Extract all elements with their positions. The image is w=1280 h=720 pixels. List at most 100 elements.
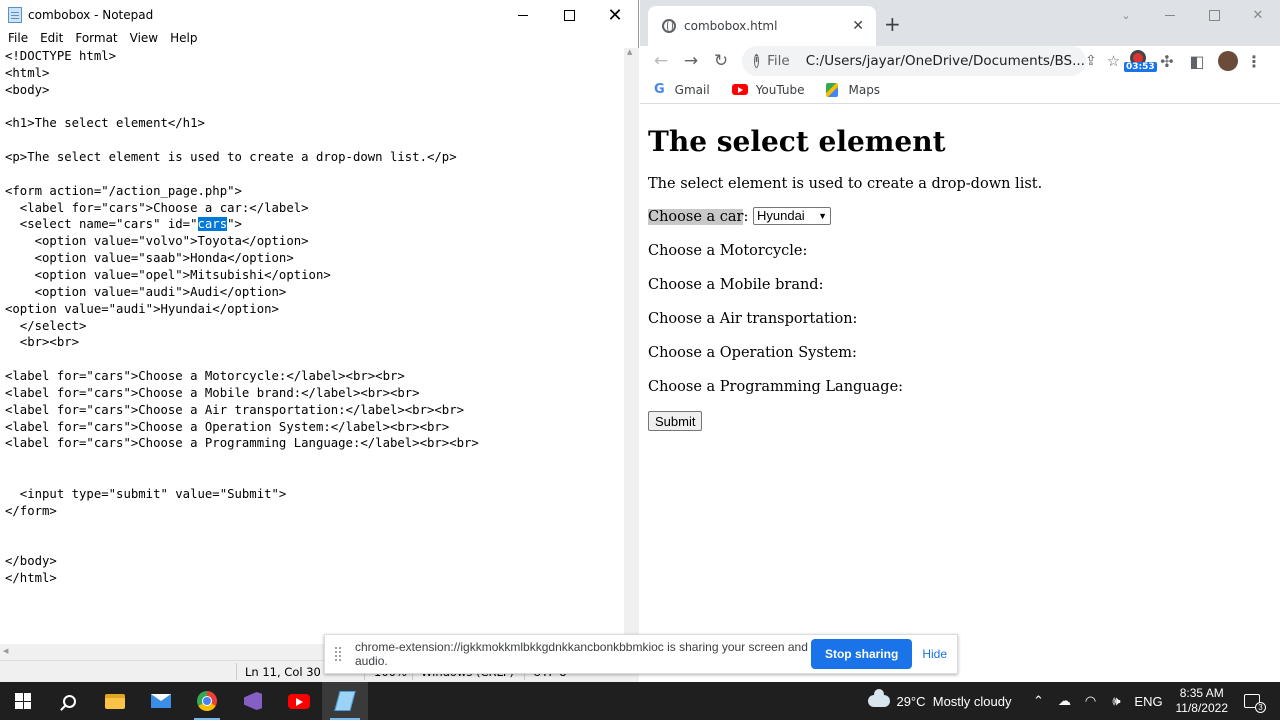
network-icon[interactable]: ◠ (1080, 693, 1102, 709)
menu-edit[interactable]: Edit (34, 30, 69, 48)
share-icon[interactable]: ⇪ (1085, 53, 1097, 69)
weather-temp: 29°C (896, 693, 926, 709)
operation-system-label: Choose a Operation System: (648, 345, 857, 361)
globe-icon (662, 19, 676, 33)
profile-avatar[interactable] (1218, 51, 1238, 71)
close-button[interactable]: ✕ (592, 0, 638, 30)
taskbar-visual-studio[interactable] (230, 682, 276, 720)
onedrive-cloud-icon[interactable]: ☁ (1054, 693, 1076, 709)
notification-center-icon[interactable]: 3 (1240, 691, 1268, 713)
weather-desc: Mostly cloudy (932, 693, 1012, 709)
bookmarks-bar: G Gmail YouTube Maps (640, 76, 1280, 104)
start-button[interactable] (0, 682, 46, 720)
taskbar-mail[interactable] (138, 682, 184, 720)
chrome-minimize-button[interactable] (1148, 0, 1192, 30)
notepad-window: combobox - Notepad ✕ File Edit Format Vi… (0, 0, 639, 682)
visual-studio-icon (244, 692, 262, 710)
taskbar-search-button[interactable] (46, 682, 92, 720)
selected-text: cars (197, 217, 228, 232)
taskbar-notepad[interactable] (322, 682, 368, 720)
youtube-icon (288, 693, 310, 709)
taskbar-youtube[interactable] (276, 682, 322, 720)
browser-toolbar: ← → ↻ i File C:/Users/jayar/OneDrive/Doc… (640, 46, 1280, 76)
notepad-text-area[interactable]: <!DOCTYPE html> <html> <body> <h1>The se… (0, 48, 624, 644)
forward-arrow-icon[interactable]: → (676, 51, 706, 71)
car-row: Choose a car: Hyundai ▼ (648, 207, 1280, 241)
notepad-title-bar[interactable]: combobox - Notepad ✕ (0, 0, 638, 30)
folder-icon (105, 693, 125, 709)
cloud-icon (868, 689, 891, 707)
new-tab-plus-icon[interactable]: + (884, 12, 901, 36)
page-description: The select element is used to create a d… (648, 176, 1043, 192)
vertical-scrollbar[interactable] (624, 48, 639, 644)
menu-view[interactable]: View (124, 30, 164, 48)
notepad-menu-bar: File Edit Format View Help (0, 30, 638, 48)
bookmark-maps-label: Maps (848, 82, 881, 97)
bookmark-gmail[interactable]: G Gmail (654, 82, 710, 97)
menu-help[interactable]: Help (164, 30, 203, 48)
car-label[interactable]: Choose a car (648, 209, 744, 225)
car-select[interactable]: Hyundai ▼ (752, 207, 831, 225)
notepad-icon (334, 691, 356, 711)
taskbar-file-explorer[interactable] (92, 682, 138, 720)
air-transportation-label: Choose a Air transportation: (648, 311, 858, 327)
tab-title: combobox.html (684, 19, 778, 33)
select-form: Choose a car: Hyundai ▼ Choose a Motorcyc… (648, 207, 1280, 431)
chrome-window-controls: ⌄ ✕ (1104, 0, 1280, 30)
share-message: chrome-extension://igkkmokkmlbkkgdnkkanc… (355, 640, 808, 668)
menu-file[interactable]: File (2, 30, 34, 48)
clock[interactable]: 8:35 AM 11/8/2022 (1176, 686, 1229, 716)
bookmark-youtube[interactable]: YouTube (731, 83, 804, 97)
youtube-icon (731, 84, 748, 95)
system-tray: 29°C Mostly cloudy ⌃ ☁ ◠ 🕪 ENG 8:35 AM 1… (868, 682, 1280, 720)
mail-icon (151, 694, 171, 708)
toolbar-right-icons: 03:53 ✣ ◧ ⋮ (1124, 46, 1264, 76)
chrome-maximize-button[interactable] (1192, 0, 1236, 30)
page-heading: The select element (648, 125, 946, 158)
submit-button[interactable]: Submit (648, 411, 703, 431)
address-bar[interactable]: i File C:/Users/jayar/OneDrive/Documents… (742, 46, 1120, 76)
tab-search-chevron-icon[interactable]: ⌄ (1104, 0, 1148, 30)
notepad-title: combobox - Notepad (28, 8, 154, 22)
notepad-app-icon (8, 7, 22, 23)
weather-widget[interactable]: 29°C Mostly cloudy (868, 689, 1012, 709)
minimize-button[interactable] (500, 0, 546, 30)
screen-share-bar: chrome-extension://igkkmokkmlbkkgdnkkanc… (324, 634, 958, 674)
taskbar-chrome[interactable] (184, 682, 230, 720)
show-hidden-icons-chevron-icon[interactable]: ⌃ (1028, 693, 1050, 709)
windows-taskbar: 29°C Mostly cloudy ⌃ ☁ ◠ 🕪 ENG 8:35 AM 1… (0, 682, 1280, 720)
url-scheme: File (767, 53, 790, 69)
bookmark-gmail-label: Gmail (674, 82, 710, 97)
menu-format[interactable]: Format (69, 30, 123, 48)
volume-icon[interactable]: 🕪 (1106, 693, 1128, 709)
maximize-button[interactable] (546, 0, 592, 30)
extension-timer: 03:53 (1124, 62, 1157, 72)
bookmark-star-icon[interactable]: ☆ (1107, 52, 1120, 70)
site-info-icon[interactable]: i (754, 54, 760, 68)
side-panel-icon[interactable]: ◧ (1182, 52, 1212, 71)
google-g-icon: G (654, 82, 665, 97)
drag-handle-icon[interactable] (335, 647, 341, 661)
screen-recorder-extension-icon[interactable]: 03:53 (1124, 46, 1157, 76)
stop-sharing-button[interactable]: Stop sharing (810, 639, 913, 669)
chevron-down-icon: ▼ (818, 211, 827, 221)
hide-button[interactable]: Hide (922, 647, 947, 661)
language-indicator[interactable]: ENG (1132, 694, 1166, 709)
car-select-value: Hyundai (756, 208, 805, 223)
code-after-selection: "> <option value="volvo">Toyota</option>… (5, 217, 479, 586)
maps-icon (826, 82, 839, 97)
cursor-position: Ln 11, Col 30 (245, 665, 321, 679)
bookmark-maps[interactable]: Maps (826, 82, 881, 97)
clock-time: 8:35 AM (1179, 686, 1224, 700)
url-text: C:/Users/jayar/OneDrive/Documents/BS... (805, 53, 1085, 69)
tab-combobox[interactable]: combobox.html ✕ (648, 6, 876, 46)
chrome-icon (197, 691, 217, 711)
car-label-colon: : (743, 209, 749, 225)
reload-icon[interactable]: ↻ (706, 51, 736, 71)
chrome-close-button[interactable]: ✕ (1236, 0, 1280, 30)
tab-close-icon[interactable]: ✕ (852, 18, 864, 34)
kebab-menu-icon[interactable]: ⋮ (1244, 52, 1264, 71)
mobile-brand-label: Choose a Mobile brand: (648, 277, 824, 293)
code-before-selection: <!DOCTYPE html> <html> <body> <h1>The se… (5, 49, 457, 232)
back-arrow-icon[interactable]: ← (646, 51, 676, 71)
